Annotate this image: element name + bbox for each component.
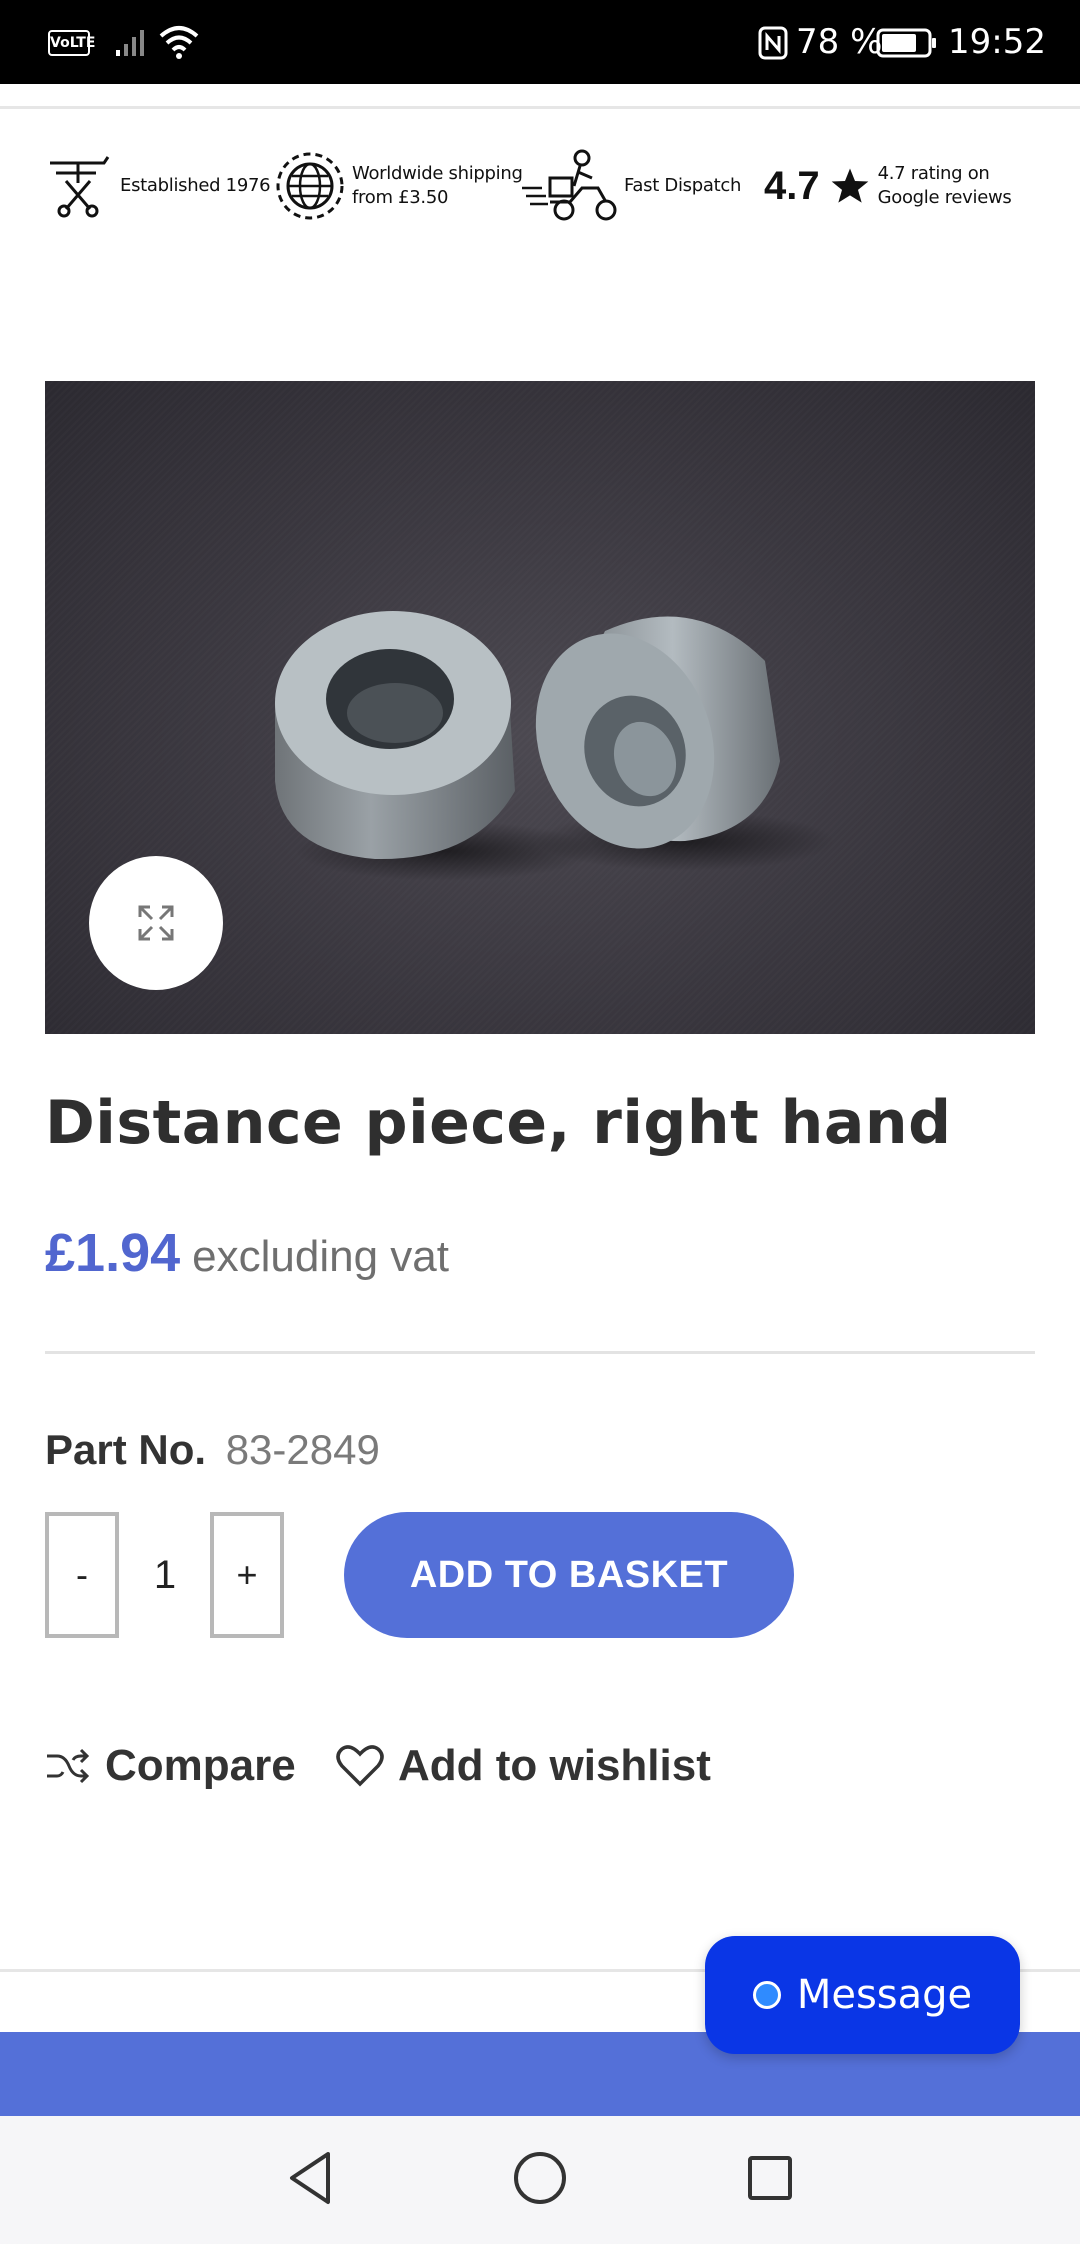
part-label: Part No. [45, 1426, 207, 1473]
compare-label: Compare [105, 1741, 296, 1790]
battery-icon [876, 28, 936, 58]
add-to-basket-button[interactable]: ADD TO BASKET [344, 1512, 794, 1638]
expand-image-button[interactable] [89, 856, 223, 990]
price: £1.94 [45, 1223, 181, 1283]
sewing-icon [50, 156, 110, 218]
product-title: Distance piece, right hand [45, 1088, 952, 1158]
wifi-icon [159, 26, 199, 59]
divider [0, 106, 1080, 109]
shuffle-icon [47, 1748, 90, 1784]
add-to-wishlist-link[interactable]: Add to wishlist [336, 1736, 711, 1796]
battery-percent: 78 % [796, 22, 883, 62]
price-note: excluding vat [192, 1232, 449, 1281]
chat-label: Message [796, 1972, 973, 2018]
price-row: £1.94 excluding vat [45, 1222, 449, 1284]
heart-icon [336, 1745, 384, 1787]
expand-icon [138, 905, 174, 941]
trust-dispatch: Fast Dispatch [520, 146, 741, 226]
compare-link[interactable]: Compare [45, 1736, 296, 1796]
wishlist-label: Add to wishlist [398, 1741, 711, 1790]
nfc-icon [758, 26, 788, 60]
quantity-decrease-button[interactable]: - [45, 1512, 119, 1638]
scooter-icon [522, 149, 617, 221]
recents-icon[interactable] [744, 2148, 796, 2208]
quantity-increase-button[interactable]: + [210, 1512, 284, 1638]
status-bar: VoLTE 78 % 19:52 [0, 0, 1080, 84]
quantity-input[interactable]: 1 [124, 1512, 206, 1638]
signal-icon [116, 30, 144, 56]
navigation-bar [0, 2116, 1080, 2244]
trust-strip: Established 1976 Worldwide shipping from… [44, 146, 1044, 226]
trust-established: Established 1976 [44, 146, 271, 226]
back-icon[interactable] [284, 2148, 336, 2208]
chat-message-button[interactable]: Message [705, 1936, 1020, 2054]
rating-value: 4.7 [764, 163, 820, 208]
trust-shipping: Worldwide shipping from £3.50 [274, 146, 523, 226]
clock: 19:52 [948, 22, 1046, 62]
part-number: 83-2849 [225, 1426, 380, 1473]
home-icon[interactable] [512, 2148, 568, 2208]
divider [45, 1351, 1035, 1354]
online-dot-icon [752, 1981, 781, 2009]
part-number-row: Part No. 83-2849 [45, 1426, 380, 1474]
volte-icon: VoLTE [48, 30, 95, 56]
star-icon [831, 168, 868, 203]
globe-icon [276, 152, 344, 220]
trust-rating: 4.7 4.7 rating on Google reviews [764, 163, 1012, 208]
